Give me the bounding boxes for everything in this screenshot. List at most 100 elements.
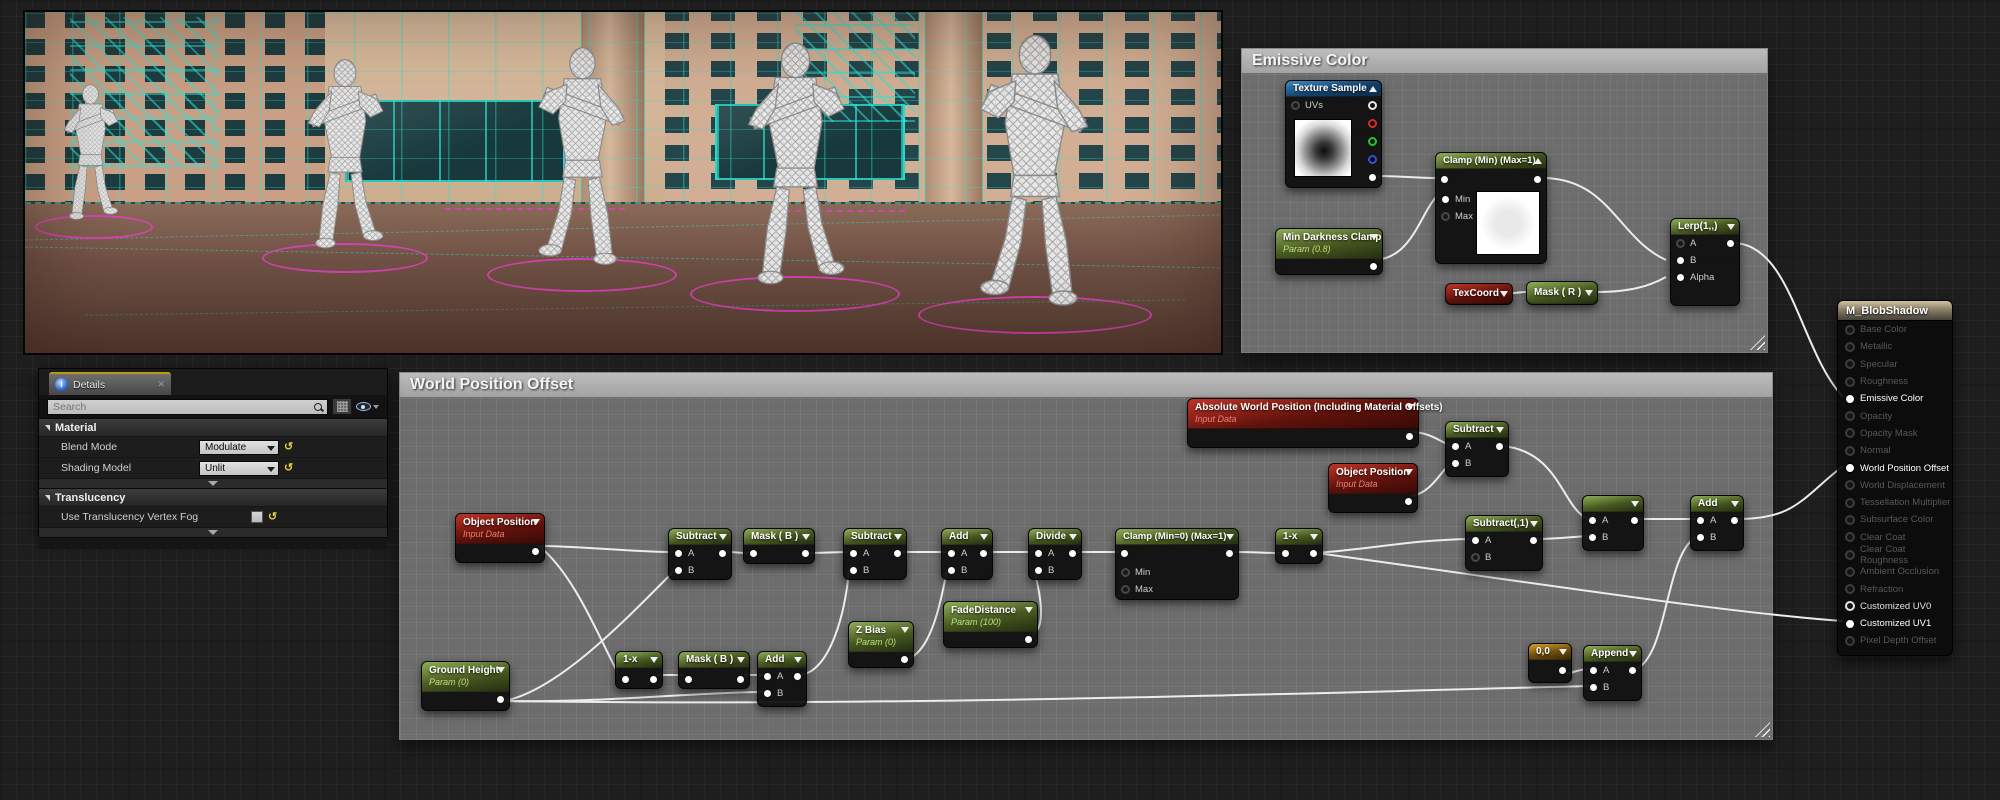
node-title[interactable]: Object Position <box>1336 466 1401 479</box>
node-z-bias[interactable]: Z BiasParam (0) <box>848 621 914 668</box>
pin-out[interactable] <box>801 549 810 558</box>
pin-b[interactable] <box>1034 566 1043 575</box>
dropdown-icon[interactable] <box>497 667 505 673</box>
pin-b[interactable] <box>849 566 858 575</box>
comment-title[interactable]: Emissive Color <box>1241 48 1768 74</box>
material-pin-world-displacement[interactable]: World Displacement <box>1838 477 1952 494</box>
pin-a[interactable] <box>1696 516 1705 525</box>
node-fade-distance[interactable]: FadeDistanceParam (100) <box>943 601 1038 648</box>
pin-out[interactable] <box>1369 262 1378 271</box>
material-pin-pixel-depth-offset[interactable]: Pixel Depth Offset <box>1838 632 1952 649</box>
pin-icon[interactable] <box>1845 394 1855 404</box>
pin-in[interactable] <box>684 675 693 684</box>
pin-icon[interactable] <box>1845 550 1855 560</box>
dropdown-icon[interactable] <box>1370 234 1378 240</box>
dropdown-icon[interactable] <box>737 657 745 663</box>
pin-out[interactable] <box>1630 516 1639 525</box>
vertex-fog-checkbox[interactable] <box>251 511 263 523</box>
pin-in[interactable] <box>621 675 630 684</box>
pin-a[interactable] <box>1589 666 1598 675</box>
node-title[interactable]: Absolute World Position (Including Mater… <box>1195 401 1402 414</box>
reset-to-default-icon[interactable]: ↺ <box>284 463 293 474</box>
node-lerp[interactable]: Lerp(1,,) A B Alpha <box>1670 218 1740 306</box>
node-add-1[interactable]: Add A B <box>941 528 993 580</box>
pin-icon[interactable] <box>1845 601 1855 611</box>
pin-b-out[interactable] <box>1368 155 1377 164</box>
dropdown-icon[interactable] <box>1731 501 1739 507</box>
node-subtract-1[interactable]: Subtract A B <box>668 528 732 580</box>
dropdown-icon[interactable] <box>1025 607 1033 613</box>
pin-out[interactable] <box>531 547 540 556</box>
advanced-expander[interactable] <box>39 478 387 488</box>
pin-out[interactable] <box>893 549 902 558</box>
node-texture-sample[interactable]: Texture Sample UVs <box>1285 80 1382 188</box>
collapse-icon[interactable] <box>1534 158 1542 164</box>
node-title[interactable]: Texture Sample <box>1286 81 1381 97</box>
pin-in[interactable] <box>1440 175 1449 184</box>
pin-icon[interactable] <box>1845 359 1855 369</box>
dropdown-icon[interactable] <box>980 534 988 540</box>
pin-in[interactable] <box>1281 549 1290 558</box>
node-title[interactable]: Clamp (Min) (Max=1) <box>1436 153 1546 169</box>
pin-out[interactable] <box>1024 635 1033 644</box>
pin-out[interactable] <box>1558 666 1567 675</box>
pin-out[interactable] <box>1726 239 1735 248</box>
pin-icon[interactable] <box>1845 463 1855 473</box>
reset-to-default-icon[interactable]: ↺ <box>268 512 277 523</box>
dropdown-icon[interactable] <box>1585 290 1593 296</box>
pin-out[interactable] <box>1533 175 1542 184</box>
comment-world-position-offset[interactable]: World Position Offset <box>399 372 1773 740</box>
material-pin-opacity[interactable]: Opacity <box>1838 407 1952 424</box>
comment-title[interactable]: World Position Offset <box>399 372 1773 398</box>
node-object-position-2[interactable]: Object PositionInput Data <box>1328 463 1418 513</box>
pin-a[interactable] <box>1471 536 1480 545</box>
pin-out[interactable] <box>496 695 505 704</box>
node-mask-b-2[interactable]: Mask ( B ) <box>678 651 750 689</box>
dropdown-icon[interactable] <box>794 657 802 663</box>
pin-icon[interactable] <box>1845 342 1855 352</box>
node-add-2[interactable]: Add A B <box>757 651 807 707</box>
pin-icon[interactable] <box>1845 480 1855 490</box>
dropdown-icon[interactable] <box>894 534 902 540</box>
material-pin-opacity-mask[interactable]: Opacity Mask <box>1838 425 1952 442</box>
node-subtract-2[interactable]: Subtract A B <box>843 528 907 580</box>
pin-min[interactable] <box>1121 568 1130 577</box>
pin-b[interactable] <box>1451 459 1460 468</box>
node-subtract-comma-1[interactable]: Subtract(,1) A B <box>1465 515 1543 571</box>
pin-in[interactable] <box>1120 549 1129 558</box>
node-title[interactable]: Min Darkness Clamp <box>1283 231 1366 244</box>
pin-a[interactable] <box>947 549 956 558</box>
node-title[interactable]: Z Bias <box>856 624 897 637</box>
pin-b[interactable] <box>763 689 772 698</box>
material-pin-world-position-offset[interactable]: World Position Offset <box>1838 459 1952 476</box>
advanced-expander[interactable] <box>39 527 387 537</box>
node-divide[interactable]: Divide A B <box>1028 528 1082 580</box>
dropdown-icon[interactable] <box>1559 649 1567 655</box>
material-pin-customized-uv0[interactable]: Customized UV0 <box>1838 598 1952 615</box>
dropdown-icon[interactable] <box>1226 534 1234 540</box>
pin-b[interactable] <box>1696 533 1705 542</box>
pin-out[interactable] <box>1225 549 1234 558</box>
node-one-minus-x-2[interactable]: 1-x <box>1275 528 1323 564</box>
pin-a[interactable] <box>1588 516 1597 525</box>
node-mask-b-1[interactable]: Mask ( B ) <box>743 528 815 564</box>
pin-a[interactable] <box>674 549 683 558</box>
pin-a[interactable] <box>1676 239 1685 248</box>
dropdown-icon[interactable] <box>650 657 658 663</box>
node-append[interactable]: Append A B <box>1583 645 1642 701</box>
node-one-minus-x-1[interactable]: 1-x <box>615 651 663 689</box>
node-material-result[interactable]: M_BlobShadow Base ColorMetallicSpecularR… <box>1837 300 1953 656</box>
pin-icon[interactable] <box>1845 532 1855 542</box>
material-pin-customized-uv1[interactable]: Customized UV1 <box>1838 615 1952 632</box>
pin-out[interactable] <box>979 549 988 558</box>
pin-alpha[interactable] <box>1676 273 1685 282</box>
pin-out[interactable] <box>736 675 745 684</box>
pin-icon[interactable] <box>1845 515 1855 525</box>
dropdown-icon[interactable] <box>1631 501 1639 507</box>
dropdown-icon[interactable] <box>901 627 909 633</box>
node-mask-r[interactable]: Mask ( R ) <box>1526 281 1598 305</box>
dropdown-icon[interactable] <box>719 534 727 540</box>
pin-icon[interactable] <box>1845 567 1855 577</box>
pin-min[interactable] <box>1441 195 1450 204</box>
pin-in[interactable] <box>749 549 758 558</box>
